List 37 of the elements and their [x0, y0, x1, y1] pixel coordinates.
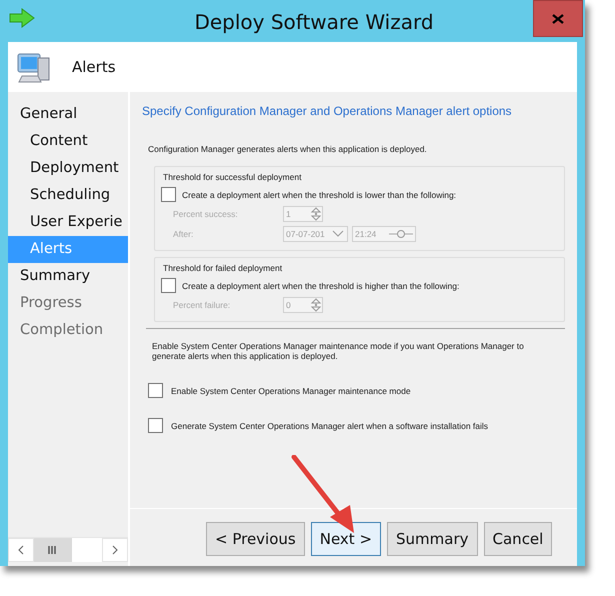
spin-arrows-icon [310, 206, 322, 222]
checkbox[interactable] [161, 278, 176, 293]
wizard-button[interactable]: Cancel [484, 522, 552, 556]
close-button[interactable] [533, 0, 583, 37]
checkbox[interactable] [161, 187, 176, 202]
checkbox-label: Generate System Center Operations Manager alert when a software installation fails [171, 420, 488, 430]
nav-item[interactable]: Scheduling [8, 182, 128, 209]
chevron-down-icon [332, 230, 344, 238]
nav-item[interactable]: Summary [8, 263, 128, 290]
checkbox-label: Create a deployment alert when the threshold is higher than the following: [182, 280, 460, 290]
nav-item[interactable]: Deployment [8, 155, 128, 182]
group-title: Threshold for successful deployment [161, 172, 304, 182]
field-label: Percent success: [173, 209, 239, 219]
group-title: Threshold for failed deployment [161, 263, 284, 273]
grip-icon [48, 546, 58, 554]
checkbox-label: Create a deployment alert when the threshold is lower than the following: [182, 190, 456, 200]
intro-text: Configuration Manager generates alerts when this application is deployed. [148, 144, 428, 154]
slider-icon [389, 229, 413, 239]
page-title: Alerts [72, 58, 116, 76]
wizard-button[interactable]: < Previous [206, 522, 305, 556]
wizard-button[interactable]: Next > [310, 522, 382, 556]
nav-item[interactable]: Content [8, 128, 128, 155]
close-icon [552, 14, 564, 24]
checkbox[interactable] [148, 383, 163, 398]
field-label: Percent failure: [173, 300, 232, 310]
field-label: After: [173, 229, 194, 239]
section-heading: Specify Configuration Manager and Operations Manager alert options [141, 103, 513, 120]
spin-arrows-icon [310, 297, 322, 313]
checkbox-label: Enable System Center Operations Manager maintenance mode [171, 386, 411, 396]
scrollbar[interactable] [8, 537, 128, 562]
nav-item[interactable]: General [8, 101, 128, 128]
window-title: Deploy Software Wizard [193, 10, 435, 34]
nav-item[interactable]: User Experie [8, 209, 128, 236]
note-text: Enable System Center Operations Manager maintenance mode if you want Operations Manager to generate alerts when this application is deployed. [152, 341, 525, 361]
arrow-icon [9, 8, 35, 28]
checkbox[interactable] [148, 418, 163, 433]
wizard-button[interactable]: Summary [387, 522, 478, 556]
